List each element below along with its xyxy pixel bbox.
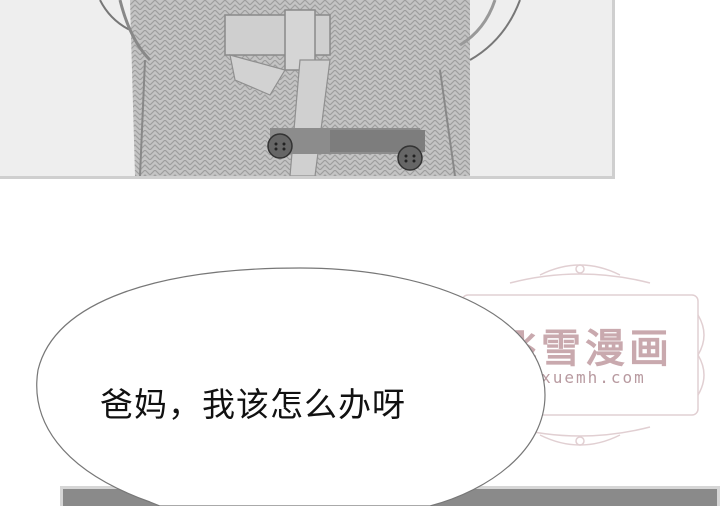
speech-bubble: [36, 267, 546, 506]
speech-bubble-text: 爸妈，我该怎么办呀: [100, 385, 406, 424]
